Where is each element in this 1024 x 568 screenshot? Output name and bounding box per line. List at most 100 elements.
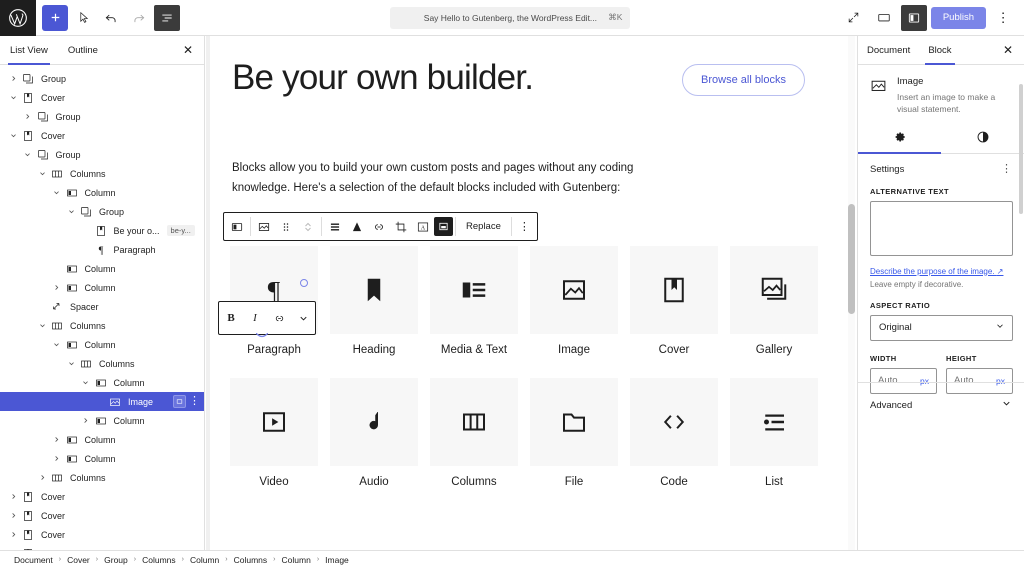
- canvas-scrollbar-thumb[interactable]: [848, 204, 855, 314]
- breadcrumb-item[interactable]: Columns: [234, 555, 268, 565]
- block-tree-row[interactable]: Column: [0, 373, 204, 392]
- close-inspector-button[interactable]: ✕: [1000, 42, 1016, 58]
- block-showcase-item[interactable]: Heading: [324, 246, 424, 378]
- tab-block[interactable]: Block: [919, 36, 960, 65]
- block-tree-row-selected[interactable]: Image ⋮: [0, 392, 204, 411]
- chevron-down-icon[interactable]: [64, 360, 78, 367]
- block-tree-row[interactable]: Column: [0, 449, 204, 468]
- chevron-right-icon[interactable]: [6, 531, 20, 538]
- page-title[interactable]: Be your own builder.: [232, 58, 534, 98]
- chevron-down-icon[interactable]: [293, 306, 313, 330]
- tab-list-view[interactable]: List View: [0, 36, 58, 65]
- chevron-down-icon[interactable]: [6, 94, 20, 101]
- image-thumbnail-button[interactable]: [173, 395, 186, 408]
- move-up-down-button[interactable]: [297, 213, 319, 240]
- link-icon[interactable]: [368, 213, 390, 240]
- link-icon[interactable]: [269, 306, 289, 330]
- block-tree-row[interactable]: Column: [0, 430, 204, 449]
- fullscreen-button[interactable]: [841, 5, 867, 31]
- wordpress-logo-button[interactable]: [0, 0, 36, 36]
- chevron-right-icon[interactable]: [79, 417, 93, 424]
- block-tree-row[interactable]: Columns: [0, 316, 204, 335]
- chevron-down-icon[interactable]: [6, 132, 20, 139]
- chevron-right-icon[interactable]: [50, 284, 64, 291]
- block-showcase-item[interactable]: Video: [224, 378, 324, 510]
- block-showcase-item[interactable]: List: [724, 378, 824, 510]
- block-tree-row[interactable]: Columns: [0, 468, 204, 487]
- block-showcase-item[interactable]: Code: [624, 378, 724, 510]
- chevron-right-icon[interactable]: [21, 113, 35, 120]
- breadcrumb-item[interactable]: Cover: [67, 555, 90, 565]
- advanced-panel-toggle[interactable]: Advanced: [858, 382, 1024, 427]
- publish-button[interactable]: Publish: [930, 6, 986, 29]
- tools-button[interactable]: [70, 5, 96, 31]
- block-tree-row[interactable]: Cover: [0, 525, 204, 544]
- styles-tab[interactable]: [941, 124, 1024, 153]
- breadcrumb-item[interactable]: Document: [14, 555, 53, 565]
- select-parent-block-button[interactable]: [226, 213, 248, 240]
- block-showcase-item[interactable]: Columns: [424, 378, 524, 510]
- inspector-scrollbar-thumb[interactable]: [1019, 84, 1023, 214]
- add-block-button[interactable]: [42, 4, 68, 31]
- more-options-button[interactable]: ⋮: [990, 5, 1016, 31]
- breadcrumb-item[interactable]: Column: [282, 555, 311, 565]
- chevron-down-icon[interactable]: [50, 189, 64, 196]
- block-tree-row[interactable]: Spacer: [0, 297, 204, 316]
- breadcrumb-item[interactable]: Image: [325, 555, 349, 565]
- replace-image-button[interactable]: Replace: [456, 213, 511, 240]
- tab-document[interactable]: Document: [858, 36, 919, 64]
- browse-all-blocks-button[interactable]: Browse all blocks: [682, 64, 805, 96]
- block-tree-row[interactable]: Group: [0, 145, 204, 164]
- block-showcase-item[interactable]: Cover: [624, 246, 724, 378]
- chevron-right-icon[interactable]: [6, 493, 20, 500]
- alt-text-help-link[interactable]: Describe the purpose of the image. ↗: [870, 267, 1003, 276]
- chevron-right-icon[interactable]: [35, 474, 49, 481]
- breadcrumb-item[interactable]: Group: [104, 555, 128, 565]
- preview-button[interactable]: [871, 5, 897, 31]
- block-tree-row[interactable]: Cover: [0, 126, 204, 145]
- redo-button[interactable]: [126, 5, 152, 31]
- chevron-right-icon[interactable]: [6, 75, 20, 82]
- block-tree-row[interactable]: Columns: [0, 164, 204, 183]
- chevron-down-icon[interactable]: [35, 322, 49, 329]
- block-showcase-item[interactable]: File: [524, 378, 624, 510]
- block-showcase-item[interactable]: Image: [524, 246, 624, 378]
- bold-button[interactable]: B: [221, 306, 241, 330]
- block-tree-row[interactable]: Column: [0, 183, 204, 202]
- block-tree-row[interactable]: Column: [0, 411, 204, 430]
- alt-text-input[interactable]: [870, 200, 1013, 256]
- drag-handle-icon[interactable]: [275, 213, 297, 240]
- chevron-down-icon[interactable]: [64, 208, 78, 215]
- block-tree-row[interactable]: Column: [0, 278, 204, 297]
- undo-button[interactable]: [98, 5, 124, 31]
- editor-canvas[interactable]: Be your own builder. Browse all blocks B…: [210, 36, 857, 550]
- block-tree-row[interactable]: Cover: [0, 88, 204, 107]
- block-tree-row[interactable]: Column: [0, 335, 204, 354]
- settings-options-button[interactable]: ⋮: [1001, 163, 1012, 175]
- breadcrumb-item[interactable]: Columns: [142, 555, 176, 565]
- chevron-down-icon[interactable]: [35, 170, 49, 177]
- crop-icon[interactable]: [390, 213, 412, 240]
- intro-paragraph[interactable]: Blocks allow you to build your own custo…: [232, 158, 662, 198]
- block-tree-row-more-button[interactable]: ⋮: [189, 396, 200, 407]
- aspect-ratio-select[interactable]: Original: [870, 314, 1013, 341]
- block-type-image-button[interactable]: [253, 213, 275, 240]
- add-text-over-image-icon[interactable]: A: [412, 213, 434, 240]
- close-list-view-button[interactable]: ✕: [180, 42, 196, 58]
- image-fill-selected-icon[interactable]: [434, 217, 453, 236]
- block-tree-row[interactable]: Columns: [0, 354, 204, 373]
- chevron-right-icon[interactable]: [50, 455, 64, 462]
- list-view-button[interactable]: [154, 4, 180, 31]
- command-bar[interactable]: Say Hello to Gutenberg, the WordPress Ed…: [390, 6, 631, 29]
- italic-button[interactable]: I: [245, 306, 265, 330]
- align-icon[interactable]: [324, 213, 346, 240]
- block-tree-row[interactable]: Group: [0, 107, 204, 126]
- chevron-down-icon[interactable]: [50, 341, 64, 348]
- chevron-right-icon[interactable]: [50, 436, 64, 443]
- block-showcase-item[interactable]: Audio: [324, 378, 424, 510]
- block-tree-row[interactable]: Cover: [0, 506, 204, 525]
- chevron-down-icon[interactable]: [21, 151, 35, 158]
- block-tree-row[interactable]: Group: [0, 69, 204, 88]
- settings-tab[interactable]: [858, 124, 941, 154]
- block-tree-row[interactable]: Be your o... be-y...: [0, 221, 204, 240]
